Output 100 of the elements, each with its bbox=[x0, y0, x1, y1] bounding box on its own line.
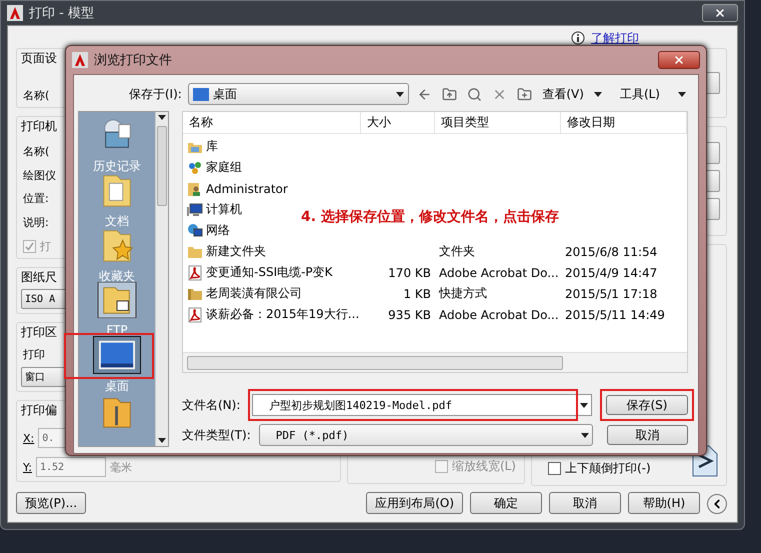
computer-icon bbox=[187, 202, 203, 218]
close-button[interactable] bbox=[702, 4, 738, 22]
column-header[interactable]: 大小 bbox=[361, 112, 435, 133]
file-type: 快捷方式 bbox=[438, 285, 488, 302]
close-icon bbox=[673, 54, 685, 66]
place-label: 文档 bbox=[105, 213, 129, 230]
field-label: X: bbox=[23, 432, 34, 444]
caret-icon bbox=[580, 402, 588, 408]
dialog-button[interactable]: 应用到布局(O) bbox=[366, 492, 463, 514]
ftp-folder-icon bbox=[97, 282, 137, 318]
desktop-icon bbox=[192, 88, 209, 100]
file-type: 文件夹 bbox=[438, 243, 476, 260]
file-name[interactable]: 谈薪必备：2015年19大行... bbox=[183, 304, 364, 325]
tools-menu[interactable]: 工具(L) bbox=[618, 86, 662, 102]
file-name[interactable]: 变更通知-SSI电缆-P变K bbox=[183, 262, 337, 283]
file-date: 2015/4/9 14:47 bbox=[564, 264, 658, 282]
file-type: Adobe Acrobat Do... bbox=[438, 264, 560, 282]
filename-field[interactable]: 户型初步规划图140219-Model.pdf bbox=[252, 394, 592, 416]
scrollbar[interactable] bbox=[155, 112, 168, 446]
caret-icon bbox=[594, 92, 602, 96]
field-label: 名称( bbox=[22, 144, 50, 159]
file-date: 2015/6/8 11:54 bbox=[564, 244, 658, 260]
network-icon bbox=[187, 222, 203, 238]
filetype-dropdown[interactable]: PDF (*.pdf) bbox=[258, 424, 594, 446]
view-menu[interactable]: 查看(V) bbox=[540, 86, 586, 102]
collapse-button[interactable] bbox=[707, 494, 727, 514]
homegroup-icon bbox=[187, 160, 203, 176]
checkbox[interactable] bbox=[548, 462, 561, 475]
field-label: 绘图仪 bbox=[22, 168, 56, 183]
unit-label: 毫米 bbox=[110, 460, 132, 474]
file-name[interactable]: 家庭组 bbox=[183, 157, 246, 178]
location-dropdown[interactable]: 桌面 bbox=[188, 83, 410, 105]
close-button[interactable] bbox=[658, 51, 700, 69]
file-name[interactable]: 老周装潢有限公司 bbox=[183, 283, 306, 304]
group-title: 打印区 bbox=[21, 324, 57, 341]
scrollbar-thumb[interactable] bbox=[157, 126, 167, 206]
file-name[interactable]: 网络 bbox=[183, 220, 234, 241]
checkbox-label: 缩放线宽(L) bbox=[452, 458, 516, 475]
folder-up-icon bbox=[442, 86, 458, 102]
dialog-button[interactable]: 取消 bbox=[549, 492, 621, 514]
help-link[interactable]: 了解打印 bbox=[591, 30, 639, 46]
dialog-title: 浏览打印文件 bbox=[94, 52, 173, 69]
view-dropdown-button[interactable] bbox=[592, 92, 604, 96]
cancel-button[interactable]: 取消 bbox=[607, 425, 688, 445]
place-label: 收藏夹 bbox=[99, 268, 135, 285]
file-date: 2015/5/1 17:18 bbox=[564, 286, 658, 302]
filetype-label: 文件类型(T): bbox=[182, 426, 252, 444]
dialog-button[interactable]: 帮助(H) bbox=[628, 492, 700, 514]
file-size: 170 KB bbox=[387, 264, 432, 282]
group-title: 打印偏 bbox=[21, 402, 57, 419]
file-name[interactable]: 库 bbox=[183, 136, 222, 157]
checkbox-label: 打 bbox=[40, 238, 51, 254]
place-label: 桌面 bbox=[105, 378, 129, 395]
app-logo-icon bbox=[7, 5, 23, 21]
new-folder-button[interactable] bbox=[515, 86, 534, 102]
file-type: Adobe Acrobat Do... bbox=[438, 306, 560, 324]
group-title: 图纸尺 bbox=[21, 269, 57, 286]
pdf-file-icon bbox=[187, 264, 203, 280]
check-icon bbox=[25, 242, 34, 251]
field-label: 说明: bbox=[22, 215, 49, 230]
user-folder-icon bbox=[187, 180, 203, 196]
tools-dropdown-button[interactable] bbox=[676, 92, 688, 96]
up-folder-button[interactable] bbox=[440, 86, 460, 102]
app-logo-icon bbox=[72, 52, 88, 68]
file-name[interactable]: Administrator bbox=[183, 178, 292, 199]
field-label: Y: bbox=[23, 460, 32, 474]
window-title: 打印 - 模型 bbox=[29, 5, 95, 22]
file-size: 1 KB bbox=[402, 286, 432, 302]
column-header[interactable]: 项目类型 bbox=[435, 112, 561, 133]
save-button[interactable]: 保存(S) bbox=[606, 395, 688, 415]
group-title: 打印机 bbox=[21, 118, 57, 135]
dialog-button[interactable]: 确定 bbox=[470, 492, 542, 514]
save-in-label: 保存于(I): bbox=[128, 86, 182, 102]
input-field[interactable]: 1.52 bbox=[36, 457, 106, 477]
caret-icon bbox=[581, 432, 590, 438]
group-title: 页面设 bbox=[21, 50, 57, 67]
search-icon bbox=[467, 86, 482, 102]
column-header[interactable]: 名称 bbox=[183, 112, 361, 133]
info-icon bbox=[571, 31, 585, 45]
file-date: 2015/5/11 14:49 bbox=[564, 306, 666, 324]
place-label: 历史记录 bbox=[93, 158, 141, 175]
scroll-up-icon bbox=[158, 115, 166, 120]
column-header[interactable]: 修改日期 bbox=[561, 112, 687, 133]
close-icon bbox=[714, 7, 726, 19]
field-label: 位置: bbox=[22, 191, 49, 206]
field-label: 打印 bbox=[22, 346, 45, 362]
field-label: 名称( bbox=[22, 88, 50, 103]
horizontal-scrollbar[interactable] bbox=[183, 352, 687, 372]
filename-label: 文件名(N): bbox=[182, 396, 242, 414]
file-name[interactable]: 计算机 bbox=[183, 199, 246, 220]
preview-button[interactable]: 预览(P)... bbox=[16, 492, 86, 514]
pdf-file-icon bbox=[187, 306, 203, 322]
checkbox-label: 上下颠倒打印(-) bbox=[565, 460, 651, 477]
scroll-down-icon bbox=[158, 438, 166, 443]
caret-icon bbox=[678, 92, 686, 96]
place-item[interactable] bbox=[93, 336, 141, 374]
file-name[interactable]: 新建文件夹 bbox=[183, 241, 270, 262]
scrollbar-thumb[interactable] bbox=[187, 356, 563, 370]
annotation-text: 4. 选择保存位置，修改文件名，点击保存 bbox=[301, 208, 559, 226]
folder-plus-icon bbox=[517, 86, 532, 102]
